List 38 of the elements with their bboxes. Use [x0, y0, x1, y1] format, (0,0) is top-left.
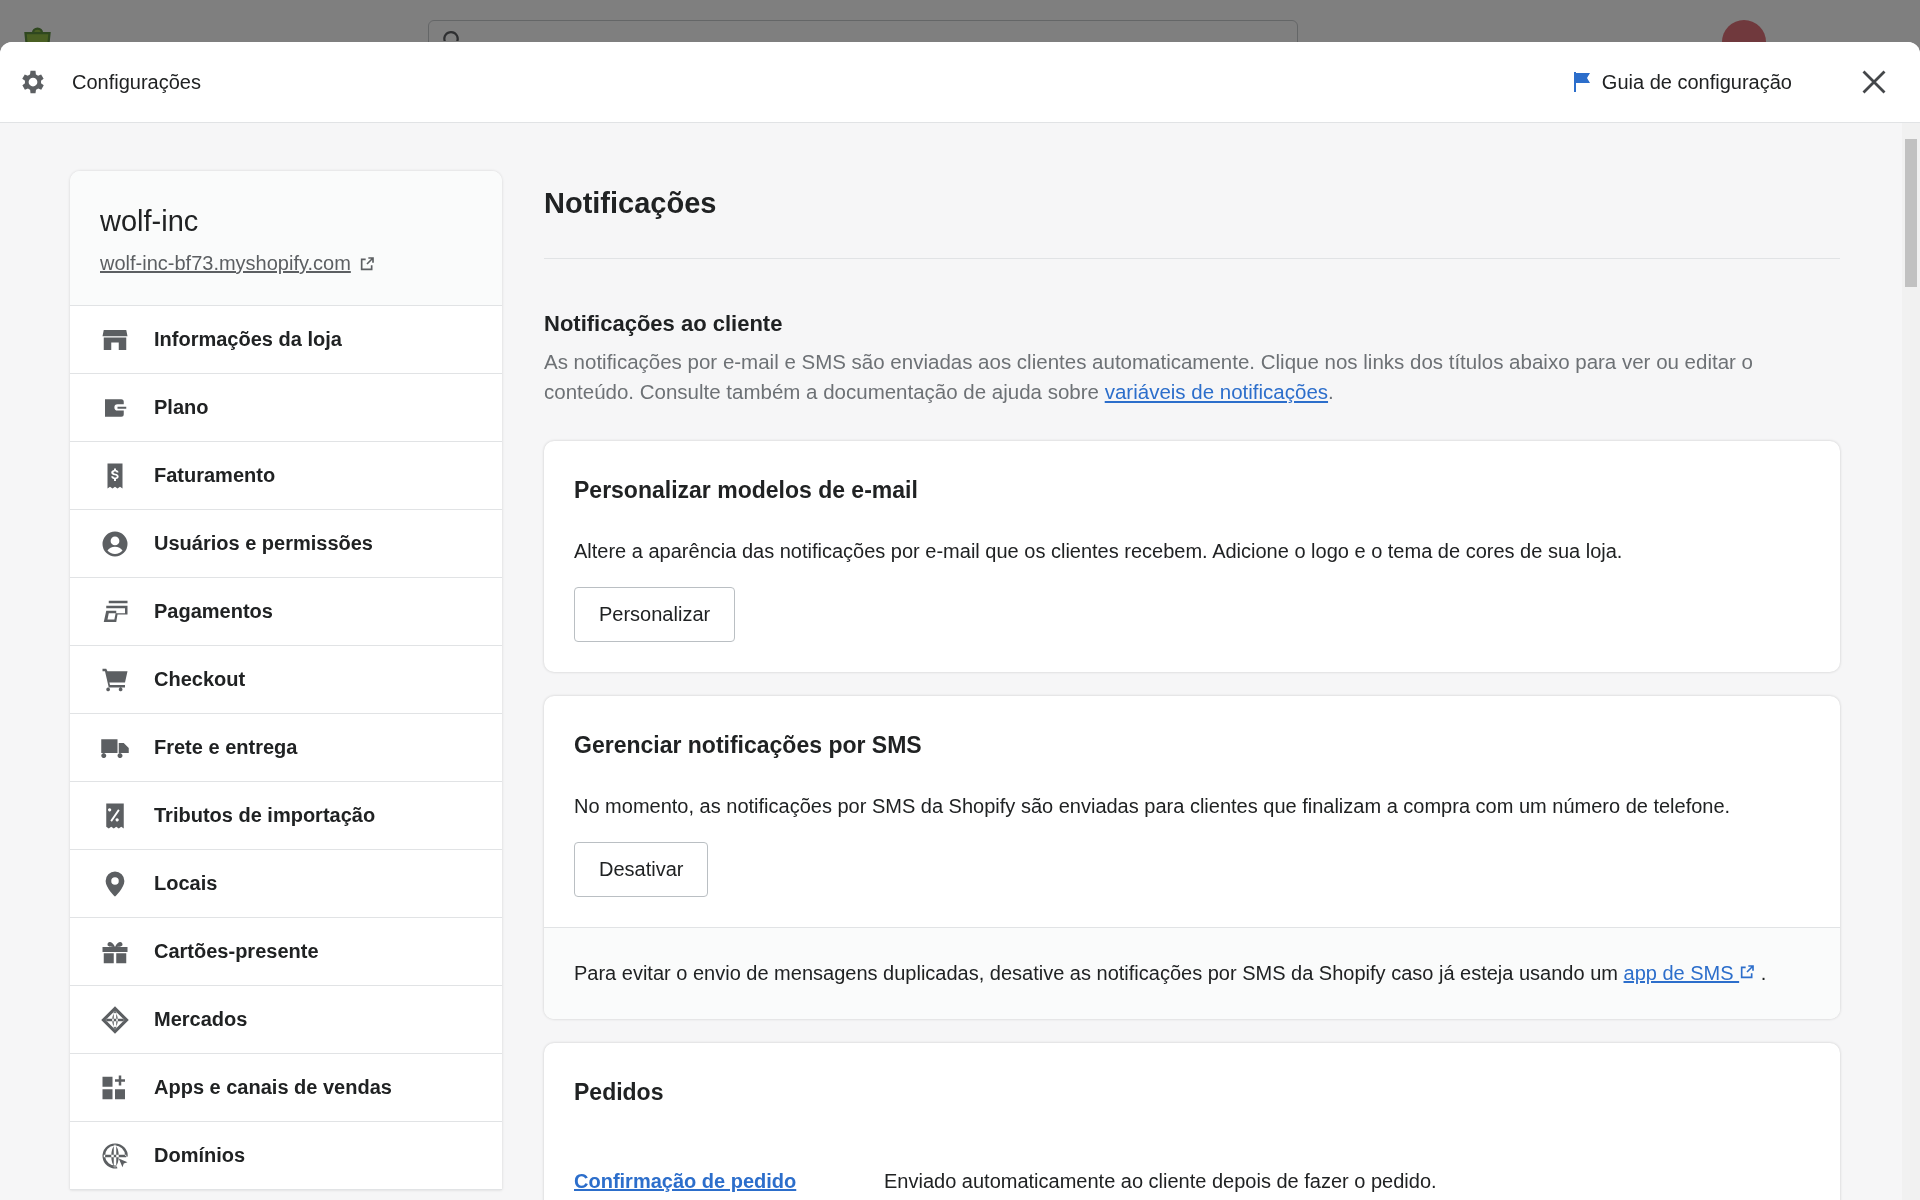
sidebar-item[interactable]: Mercados [70, 986, 502, 1054]
close-icon [1860, 68, 1888, 96]
search-icon [443, 31, 459, 41]
card-button[interactable]: Desativar [574, 842, 709, 897]
sidebar-item[interactable]: Plano [70, 374, 502, 442]
sms-app-link[interactable]: app de SMS [1623, 962, 1756, 984]
scrollbar[interactable] [1902, 123, 1920, 1200]
notification-variables-link[interactable]: variáveis de notificações [1104, 380, 1329, 403]
card-button[interactable]: Personalizar [574, 587, 736, 642]
sidebar-item[interactable]: Apps e canais de vendas [70, 1054, 502, 1122]
card-title: Pedidos [574, 1079, 665, 1106]
sidebar-item[interactable]: Frete e entrega [70, 714, 502, 782]
section-description: As notificações por e-mail e SMS são enviadas aos clientes automaticamente. Clique nos links dos títulos abaixo para ver ou editar o conteúdo. Consulte também a documentação de ajuda sobre variáveis de notificações. [544, 349, 1754, 405]
card-text: Altere a aparência das notificações por e-mail que os clientes recebem. Adicione o logo e o tema de cores de sua loja. [574, 540, 1624, 563]
sidebar-item[interactable]: Tributos de importação [70, 782, 502, 850]
notification-link[interactable]: Confirmação de pedido [574, 1170, 884, 1193]
external-link-icon [1739, 964, 1756, 980]
external-link-icon [358, 255, 375, 272]
card-title: Personalizar modelos de e-mail [574, 477, 919, 504]
sidebar-item[interactable]: Cartões-presente [70, 918, 502, 986]
store-name: wolf-inc [100, 205, 200, 238]
notification-description: Enviado automaticamente ao cliente depois de fazer o pedido. [884, 1170, 1437, 1193]
footer-text: Para evitar o envio de mensagens duplicadas, desative as notificações por SMS da Shopify caso já esteja usando um app de SMS . [574, 962, 1768, 985]
globe-icon [100, 1004, 130, 1035]
setup-guide-button[interactable]: Guia de configuração [1565, 66, 1796, 98]
sidebar-item[interactable]: Informações da loja [70, 306, 502, 374]
section-title: Notificações ao cliente [544, 311, 784, 337]
sidebar-item[interactable]: Domínios [70, 1122, 502, 1190]
window-title: Configurações [72, 70, 201, 94]
card-title: Gerenciar notificações por SMS [574, 732, 923, 759]
store-url-link[interactable]: wolf-inc-bf73.myshopify.com [100, 252, 351, 275]
sidebar-item[interactable]: Faturamento [70, 442, 502, 510]
card-text: No momento, as notificações por SMS da Shopify são enviadas para clientes que finalizam a compra com um número de telefone. [574, 795, 1732, 818]
sidebar-item[interactable]: Checkout [70, 646, 502, 714]
sidebar-item[interactable]: Locais [70, 850, 502, 918]
sidebar-item[interactable]: Pagamentos [70, 578, 502, 646]
page-title: Notificações [544, 187, 718, 220]
sidebar-item[interactable]: Usuários e permissões [70, 510, 502, 578]
